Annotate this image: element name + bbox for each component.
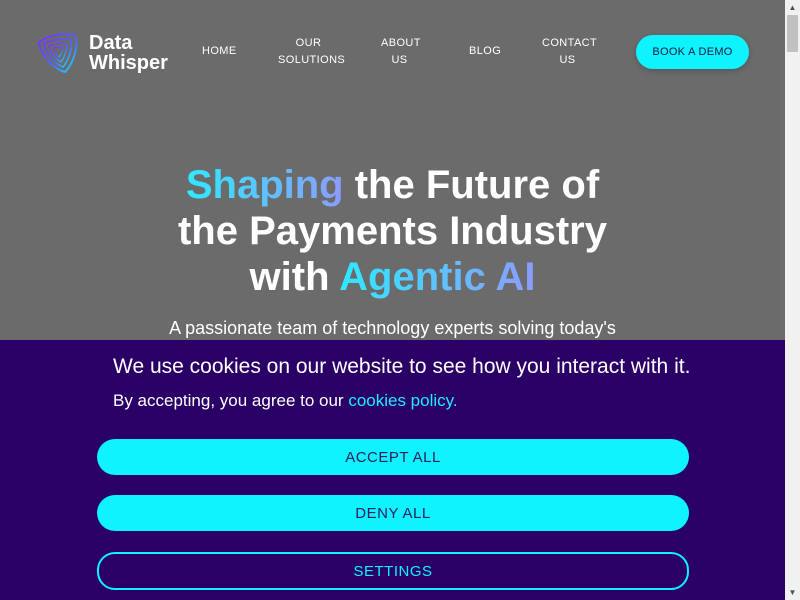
site-header: Data Whisper HOME OUR SOLUTIONS ABOUT US… bbox=[0, 0, 785, 100]
nav-contact-line-1: CONTACT bbox=[542, 37, 598, 49]
scrollbar-thumb[interactable] bbox=[787, 15, 798, 52]
nav-our-solutions[interactable]: OUR SOLUTIONS bbox=[278, 35, 345, 69]
hero-subtitle: A passionate team of technology experts … bbox=[169, 318, 616, 338]
cookie-text-body: By accepting, you agree to our bbox=[113, 391, 349, 410]
nav-blog[interactable]: BLOG bbox=[469, 43, 501, 60]
nav-solutions-line-1: OUR bbox=[295, 37, 322, 49]
hero-text-3: with bbox=[249, 255, 340, 299]
hero-title: Shaping the Future of the Payments Indus… bbox=[120, 162, 665, 300]
nav-home[interactable]: HOME bbox=[202, 43, 237, 60]
deny-all-button[interactable]: DENY ALL bbox=[97, 495, 689, 531]
cookies-policy-link[interactable]: cookies policy. bbox=[348, 391, 457, 410]
vertical-scrollbar[interactable]: ▲ ▼ bbox=[785, 0, 800, 600]
scroll-up-arrow-icon[interactable]: ▲ bbox=[785, 0, 800, 15]
cookie-title: We use cookies on our website to see how… bbox=[113, 355, 691, 378]
brand-line-2: Whisper bbox=[89, 52, 168, 74]
nav-about-us[interactable]: ABOUT US bbox=[381, 35, 421, 69]
nav-solutions-line-2: SOLUTIONS bbox=[278, 54, 346, 66]
nav-contact-us[interactable]: CONTACT US bbox=[542, 35, 597, 69]
nav-about-line-1: ABOUT bbox=[381, 37, 421, 49]
page: Data Whisper HOME OUR SOLUTIONS ABOUT US… bbox=[0, 0, 785, 600]
cookie-banner: We use cookies on our website to see how… bbox=[0, 340, 785, 600]
hero-highlight-shaping: Shaping bbox=[185, 163, 344, 207]
brand-line-1: Data bbox=[89, 32, 133, 54]
settings-button[interactable]: SETTINGS bbox=[97, 552, 689, 590]
nav-contact-line-2: US bbox=[559, 54, 576, 66]
cookie-text: By accepting, you agree to our cookies p… bbox=[113, 391, 458, 411]
hero-text-1: the Future of bbox=[343, 163, 600, 207]
hero-highlight-agentic-ai: Agentic AI bbox=[339, 255, 536, 299]
data-whisper-logo-icon bbox=[37, 33, 78, 74]
accept-all-button[interactable]: ACCEPT ALL bbox=[97, 439, 689, 475]
logo[interactable]: Data Whisper bbox=[35, 30, 168, 76]
nav-about-line-2: US bbox=[391, 54, 408, 66]
scroll-down-arrow-icon[interactable]: ▼ bbox=[785, 585, 800, 600]
brand-name: Data Whisper bbox=[89, 33, 168, 73]
hero-text-2: the Payments Industry bbox=[177, 209, 607, 253]
book-a-demo-button[interactable]: BOOK A DEMO bbox=[636, 35, 749, 69]
